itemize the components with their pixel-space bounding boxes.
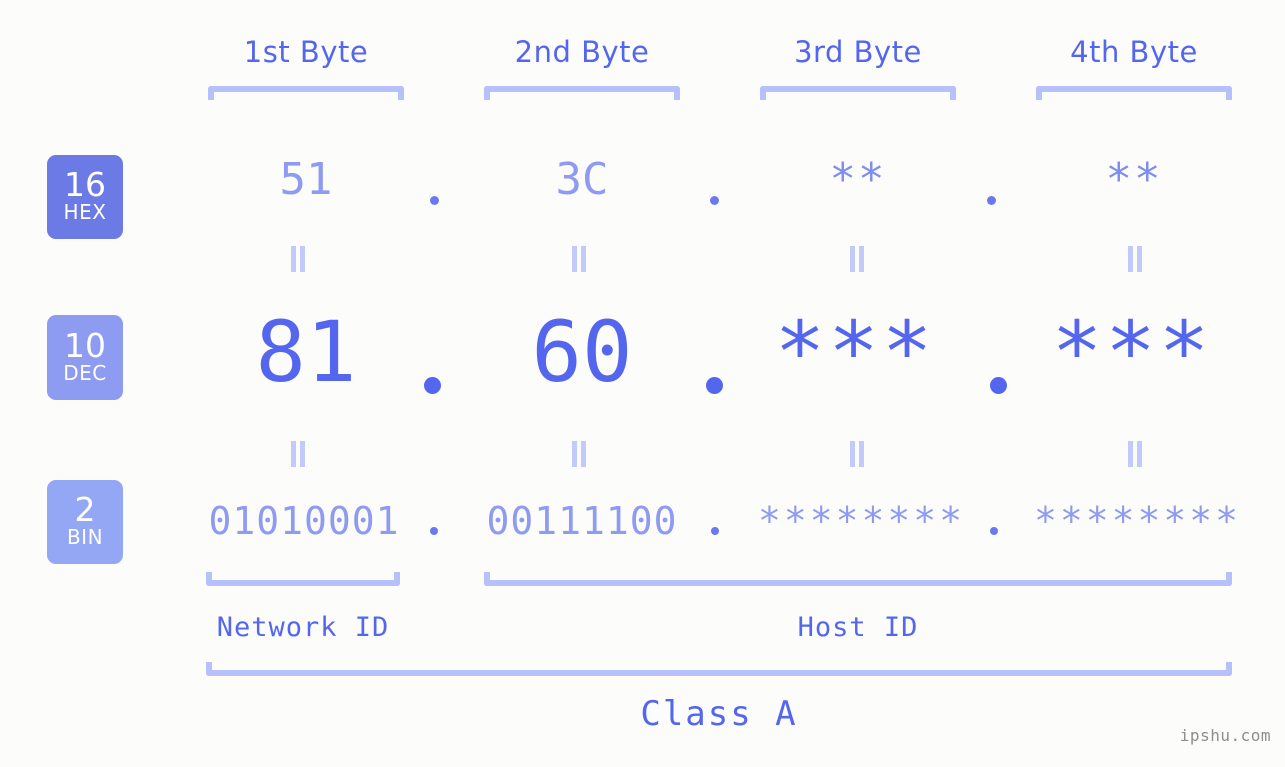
base-badge-dec-number: 10 [64, 325, 106, 365]
byte-header-3: 3rd Byte [794, 35, 922, 69]
bin-separator-dot-3 [990, 527, 998, 535]
network-id-bracket [206, 572, 400, 586]
equals-marker-dec-bin-2 [570, 441, 588, 467]
hex-byte-4-value: ** [1105, 154, 1163, 205]
hex-separator-dot-1 [430, 196, 439, 205]
bin-separator-dot-2 [711, 527, 719, 535]
bin-separator-dot-1 [430, 527, 438, 535]
byte-header-4: 4th Byte [1070, 35, 1198, 69]
dec-byte-1-value: 81 [255, 303, 357, 401]
dec-byte-2-value: 60 [531, 303, 633, 401]
equals-marker-dec-bin-3 [848, 441, 866, 467]
dec-byte-4-value: *** [1051, 303, 1213, 401]
hex-byte-2-value: 3C [555, 154, 609, 205]
equals-marker-hex-dec-4 [1126, 246, 1144, 272]
bin-byte-4-value: ******** [1034, 499, 1242, 543]
hex-separator-dot-2 [710, 196, 719, 205]
equals-marker-hex-dec-3 [848, 246, 866, 272]
base-badge-dec: 10 DEC [47, 315, 123, 400]
byte-header-2: 2nd Byte [514, 35, 650, 69]
bin-byte-3-value: ******** [758, 499, 966, 543]
equals-marker-dec-bin-1 [289, 441, 307, 467]
base-badge-hex: 16 HEX [47, 155, 123, 239]
byte-bracket-top-3 [760, 86, 956, 100]
base-badge-hex-number: 16 [64, 165, 106, 204]
class-bracket [206, 662, 1232, 676]
equals-marker-hex-dec-1 [289, 246, 307, 272]
byte-header-1: 1st Byte [243, 35, 369, 69]
host-id-label: Host ID [797, 612, 919, 643]
hex-byte-1-value: 51 [279, 154, 333, 205]
base-badge-hex-name: HEX [63, 200, 107, 224]
byte-bracket-top-1 [208, 86, 404, 100]
bin-byte-1-value: 01010001 [208, 499, 400, 543]
equals-marker-dec-bin-4 [1126, 441, 1144, 467]
hex-byte-3-value: ** [829, 154, 887, 205]
base-badge-bin-number: 2 [74, 490, 96, 529]
host-id-bracket [484, 572, 1232, 586]
watermark: ipshu.com [1179, 726, 1271, 745]
network-id-label: Network ID [216, 612, 390, 643]
equals-marker-hex-dec-2 [570, 246, 588, 272]
dec-separator-dot-1 [424, 377, 441, 394]
byte-bracket-top-4 [1036, 86, 1232, 100]
ip-byte-diagram: 1st Byte 2nd Byte 3rd Byte 4th Byte 16 H… [0, 0, 1285, 767]
base-badge-bin: 2 BIN [47, 480, 123, 564]
bin-byte-2-value: 00111100 [486, 499, 678, 543]
base-badge-dec-name: DEC [63, 360, 107, 385]
byte-bracket-top-2 [484, 86, 680, 100]
base-badge-bin-name: BIN [66, 525, 104, 549]
class-label: Class A [640, 694, 798, 734]
dec-separator-dot-2 [706, 377, 723, 394]
dec-byte-3-value: *** [774, 303, 936, 401]
dec-separator-dot-3 [990, 377, 1007, 394]
hex-separator-dot-3 [987, 196, 996, 205]
